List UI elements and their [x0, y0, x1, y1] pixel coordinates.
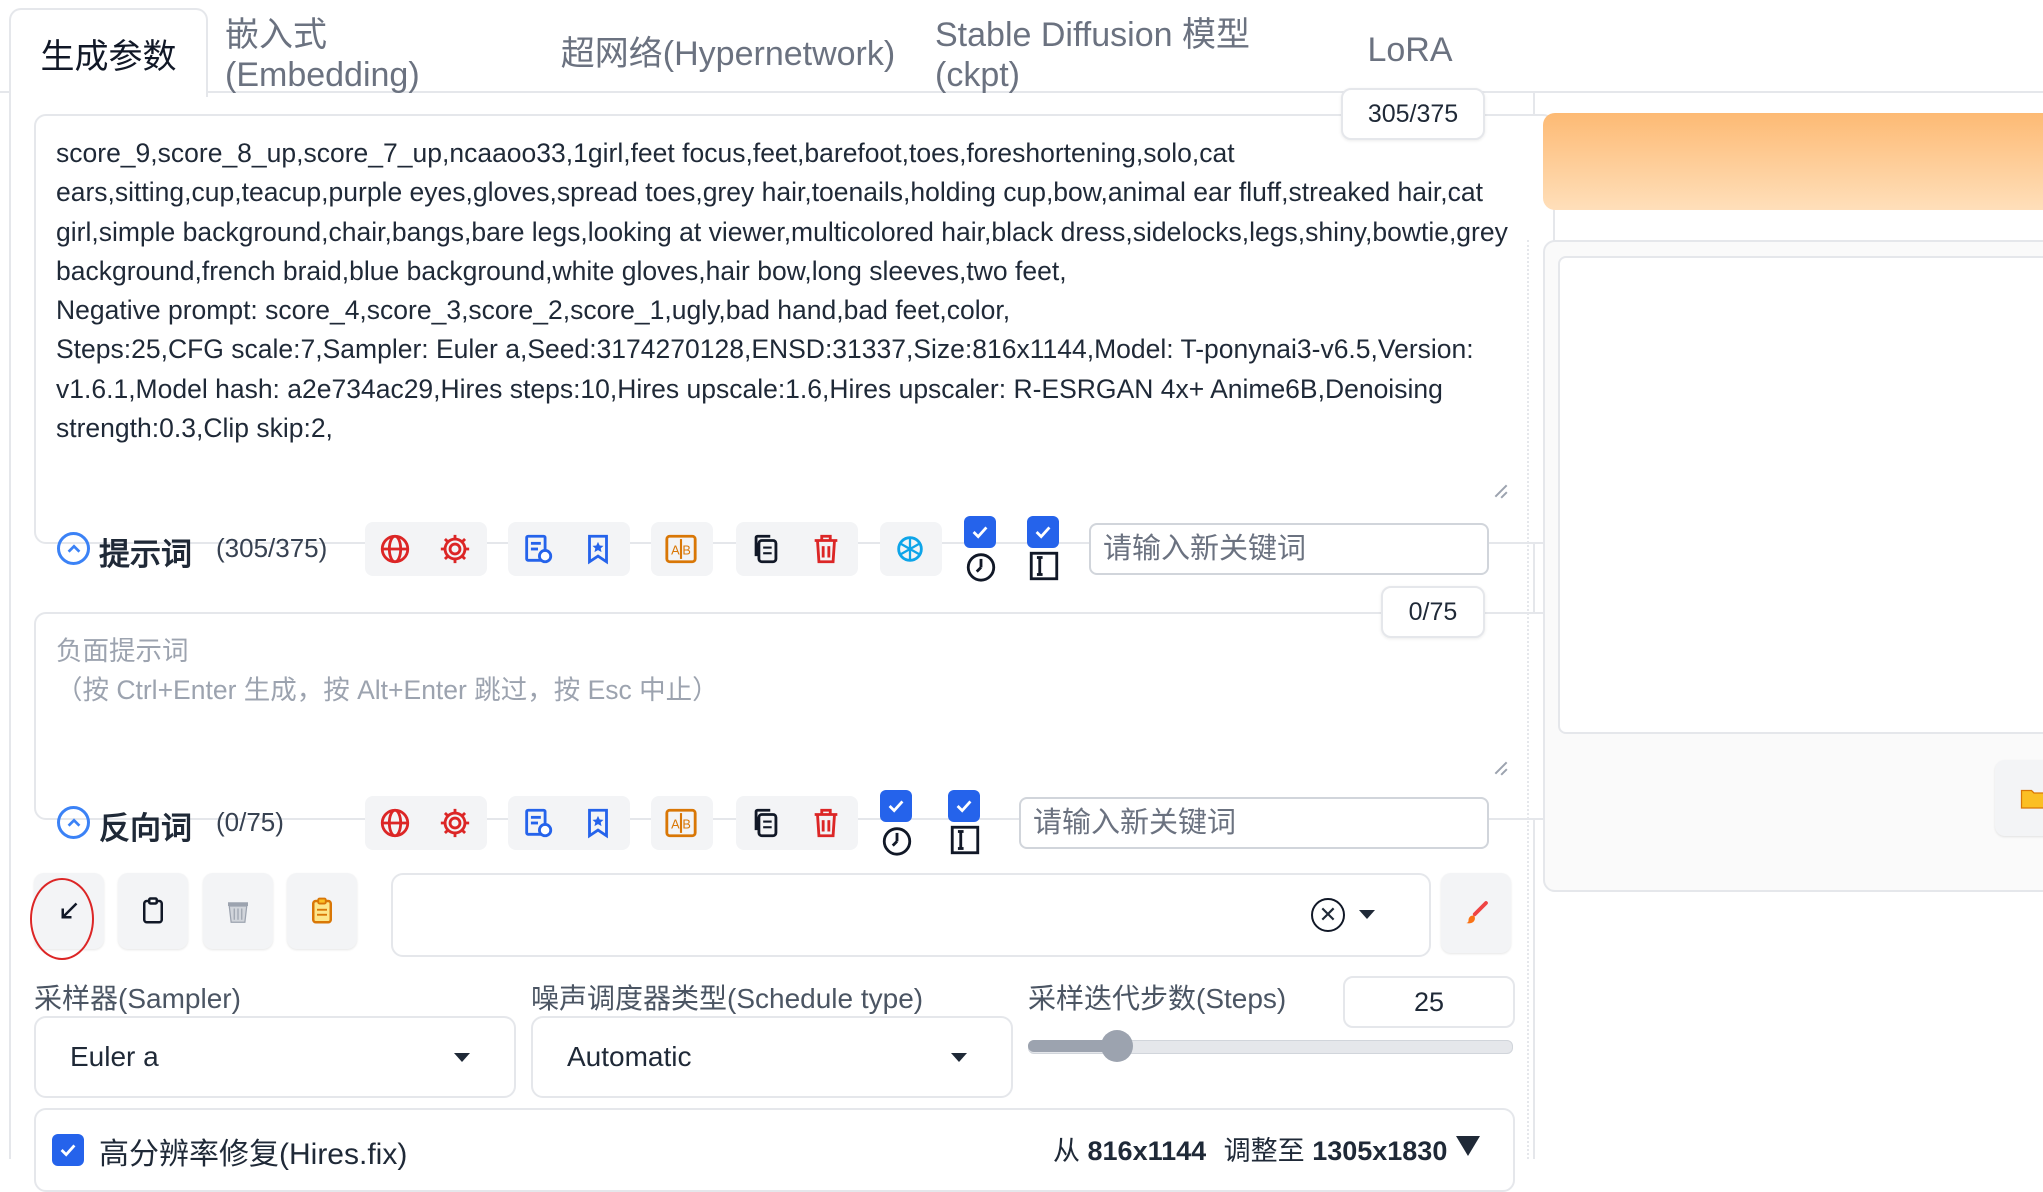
negative-keyword-input[interactable] — [1019, 797, 1489, 849]
svg-text:A: A — [671, 543, 680, 558]
negative-keyword-field[interactable] — [1031, 805, 1477, 841]
ab-swap-icon[interactable]: AB — [651, 796, 711, 850]
edit-styles-button[interactable] — [1441, 873, 1511, 953]
ab-group: AB — [651, 522, 713, 576]
svg-text:B: B — [682, 817, 691, 832]
history-list-icon[interactable] — [508, 522, 568, 576]
bookmark-star-icon[interactable] — [568, 796, 628, 850]
sampler-caret-icon — [454, 1052, 470, 1062]
negative-timer-checkbox[interactable] — [880, 790, 912, 822]
wastebasket-icon — [228, 902, 248, 923]
hires-fix-label: 高分辨率修复(Hires.fix) — [99, 1138, 408, 1171]
highlight-circle — [30, 878, 94, 960]
globe-icon[interactable] — [365, 522, 425, 576]
clipboard-list-icon — [312, 897, 332, 924]
steps-slider-thumb[interactable] — [1100, 1030, 1133, 1062]
timer-icon — [964, 549, 998, 583]
timer-icon — [880, 823, 914, 857]
paste-button[interactable] — [118, 873, 188, 949]
schedule-type-dropdown[interactable]: Automatic — [531, 1016, 1013, 1098]
collapse-up-icon[interactable] — [57, 532, 90, 565]
trash-icon[interactable] — [796, 796, 856, 850]
apply-style-button[interactable] — [287, 873, 357, 949]
trash-icon[interactable] — [796, 522, 856, 576]
paintbrush-icon — [1466, 901, 1488, 924]
hires-to-size: 1305x1830 — [1312, 1136, 1448, 1166]
hires-expand-icon[interactable] — [1456, 1136, 1480, 1156]
ai-group — [880, 522, 942, 576]
negative-resize-handle[interactable] — [1493, 761, 1507, 775]
text-cursor-icon — [948, 823, 982, 857]
prompt-keyword-input[interactable] — [1089, 523, 1489, 575]
negative-cursor-checkbox[interactable] — [948, 790, 980, 822]
copy-delete-group — [736, 796, 858, 850]
prompt-label: 提示词 — [99, 537, 192, 572]
hires-to-prefix: 调整至 — [1223, 1136, 1305, 1166]
sampler-label: 采样器(Sampler) — [34, 983, 241, 1014]
history-group — [508, 796, 630, 850]
styles-caret-icon[interactable] — [1359, 910, 1375, 919]
gear-icon[interactable] — [425, 796, 485, 850]
clear-prompt-button[interactable] — [203, 873, 273, 949]
schedule-caret-icon — [951, 1052, 967, 1062]
bookmark-star-icon[interactable] — [568, 522, 628, 576]
prompt-timer-checkbox[interactable] — [964, 516, 996, 548]
tab-lora[interactable]: LoRA — [1360, 8, 1460, 93]
clipboard-icon — [143, 897, 163, 924]
hires-from-prefix: 从 — [1053, 1136, 1080, 1166]
schedule-type-label: 噪声调度器类型(Schedule type) — [531, 983, 924, 1014]
hires-fix-checkbox[interactable] — [52, 1134, 84, 1166]
steps-label: 采样迭代步数(Steps) — [1028, 983, 1287, 1014]
copy-icon[interactable] — [736, 796, 796, 850]
translate-group — [365, 796, 487, 850]
svg-text:B: B — [682, 543, 691, 558]
hires-size-summary: 从 816x1144 调整至 1305x1830 — [1053, 1129, 1447, 1168]
steps-number-input[interactable]: 25 — [1343, 976, 1515, 1028]
generate-button[interactable] — [1543, 113, 2043, 210]
prompt-textarea[interactable]: score_9,score_8_up,score_7_up,ncaaoo33,1… — [34, 114, 1555, 544]
prompt-keyword-field[interactable] — [1101, 531, 1477, 567]
translate-group — [365, 522, 487, 576]
sampler-dropdown[interactable]: Euler a — [34, 1016, 516, 1098]
hires-from-size: 816x1144 — [1087, 1136, 1207, 1166]
openai-icon[interactable] — [880, 522, 940, 576]
schedule-type-value: Automatic — [567, 1041, 692, 1072]
negative-count: (0/75) — [216, 807, 284, 837]
prompt-count: (305/375) — [216, 533, 328, 563]
copy-icon[interactable] — [736, 522, 796, 576]
negative-token-counter: 0/75 — [1381, 586, 1485, 638]
ab-group: AB — [651, 796, 713, 850]
collapse-up-icon[interactable] — [57, 806, 90, 839]
tab-embedding[interactable]: 嵌入式(Embedding) — [225, 8, 520, 94]
copy-delete-group — [736, 522, 858, 576]
output-image-area — [1558, 256, 2043, 734]
open-folder-button[interactable] — [1995, 760, 2043, 836]
negative-label: 反向词 — [99, 811, 192, 846]
negative-prompt-textarea[interactable]: 负面提示词 （按 Ctrl+Enter 生成，按 Alt+Enter 跳过，按 … — [34, 612, 1555, 820]
clear-selection-icon[interactable]: ✕ — [1311, 898, 1345, 932]
folder-icon — [2020, 789, 2043, 809]
styles-dropdown[interactable] — [391, 873, 1431, 957]
tab-hypernetwork[interactable]: 超网络(Hypernetwork) — [558, 8, 898, 93]
gear-icon[interactable] — [425, 522, 485, 576]
tab-generation-params[interactable]: 生成参数 — [9, 8, 208, 97]
prompt-token-counter: 305/375 — [1341, 88, 1485, 140]
prompt-cursor-checkbox[interactable] — [1027, 516, 1059, 548]
column-divider — [1527, 240, 1529, 1159]
history-list-icon[interactable] — [508, 796, 568, 850]
prompt-resize-handle[interactable] — [1493, 484, 1507, 498]
text-cursor-icon — [1027, 549, 1061, 583]
history-group — [508, 522, 630, 576]
globe-icon[interactable] — [365, 796, 425, 850]
tab-ckpt[interactable]: Stable Diffusion 模型(ckpt) — [935, 8, 1325, 94]
sampler-value: Euler a — [70, 1041, 159, 1072]
svg-text:A: A — [671, 817, 680, 832]
ab-swap-icon[interactable]: AB — [651, 522, 711, 576]
